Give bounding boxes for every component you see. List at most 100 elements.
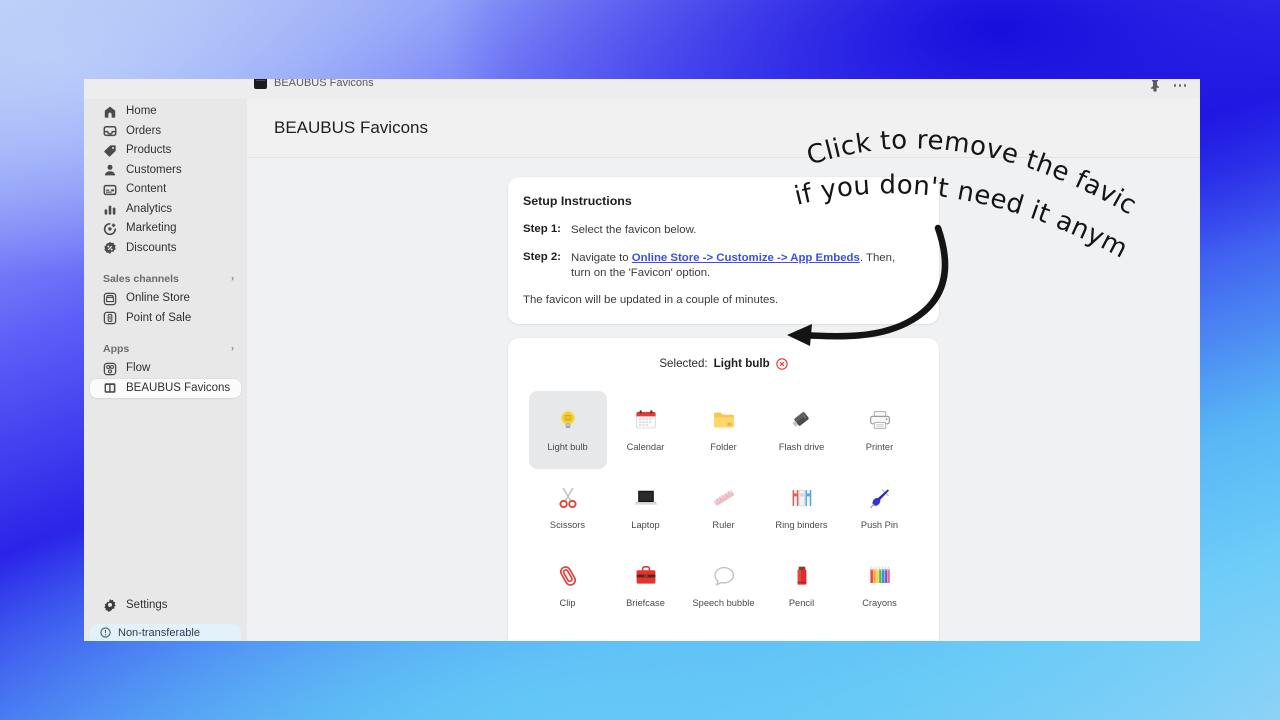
online-store-icon (103, 292, 117, 305)
sidebar-item-home[interactable]: Home (90, 102, 241, 122)
sidebar-section-sales-channels[interactable]: Sales channels › (84, 269, 247, 288)
printer-icon (867, 407, 893, 433)
home-icon (104, 106, 116, 118)
favicon-tile-ring-binders[interactable]: Ring binders (763, 469, 841, 547)
setup-instructions-card: Setup Instructions Step 1: Select the fa… (508, 177, 939, 325)
sidebar-item-label: Content (126, 183, 167, 195)
favicon-tile-label: Ruler (712, 520, 735, 531)
favicon-tile-scissors[interactable]: Scissors (529, 469, 607, 547)
sidebar: Home Orders Products Customers Content A (84, 99, 247, 641)
sidebar-item-settings[interactable]: Settings (90, 596, 241, 616)
sidebar-item-label: Customers (126, 163, 182, 176)
light-bulb-icon (555, 407, 581, 433)
main-content: BEAUBUS Favicons Setup Instructions Step… (247, 99, 1200, 641)
favicon-tile-label: Printer (865, 442, 894, 453)
sidebar-item-content[interactable]: Content (90, 180, 241, 200)
sidebar-item-label: Analytics (126, 202, 173, 215)
sidebar-item-online-store[interactable]: Online Store (90, 289, 241, 309)
step-2-text: Navigate to Online Store -> Customize ->… (571, 251, 906, 281)
orders-icon (103, 126, 117, 137)
briefcase-icon (633, 563, 659, 589)
pin-icon[interactable] (1149, 79, 1161, 92)
page-header: BEAUBUS Favicons (247, 99, 1200, 158)
favicon-tile-folder[interactable]: Folder (685, 391, 763, 469)
favicon-tile-label: Calendar (626, 442, 665, 453)
non-transferable-banner: Non-transferable (90, 624, 241, 641)
favicon-tile-label: Ring binders (775, 520, 828, 531)
favicon-tile-notebook[interactable] (685, 625, 763, 641)
favicon-tile-calendar[interactable]: Calendar (607, 391, 685, 469)
browser-tab[interactable]: BEAUBUS Favicons (254, 79, 374, 89)
favicon-tile-briefcase[interactable]: Briefcase (607, 547, 685, 625)
sidebar-item-label: Settings (126, 598, 168, 611)
favicon-tile-pencil[interactable]: Pencil (763, 547, 841, 625)
more-options-icon[interactable] (1173, 84, 1186, 87)
sidebar-item-products[interactable]: Products (90, 141, 241, 161)
setup-note: The favicon will be updated in a couple … (523, 294, 779, 307)
info-icon (100, 627, 111, 638)
favicon-tile-speech-bubble[interactable]: Speech bubble (685, 547, 763, 625)
products-icon (104, 145, 116, 157)
sidebar-item-flow[interactable]: Flow (90, 359, 241, 379)
scroll-area[interactable]: Setup Instructions Step 1: Select the fa… (247, 158, 1200, 641)
page-title: BEAUBUS Favicons (274, 118, 428, 137)
crayons-icon (867, 563, 893, 589)
favicon-tile-clip[interactable]: Clip (529, 547, 607, 625)
sidebar-item-orders[interactable]: Orders (90, 122, 241, 142)
selected-prefix-label: Selected: (659, 357, 708, 371)
favicon-grid: Light bulb Calendar Folder Flash drive P… (508, 391, 939, 641)
sidebar-item-discounts[interactable]: Discounts (90, 239, 241, 259)
favicon-tile-label: Pencil (788, 598, 815, 609)
favicon-tile-envelope[interactable] (841, 625, 919, 641)
sidebar-item-point-of-sale[interactable]: Point of Sale (90, 309, 241, 329)
chevron-right-icon: › (231, 343, 234, 353)
flash-drive-icon (789, 407, 815, 433)
content-icon (103, 184, 117, 195)
remove-circle-icon[interactable] (775, 357, 788, 370)
favicon-tile-push-pin[interactable]: Push Pin (841, 469, 919, 547)
sidebar-item-customers[interactable]: Customers (90, 161, 241, 181)
favicon-tile-palette[interactable] (607, 625, 685, 641)
sidebar-item-label: Products (126, 144, 172, 156)
sidebar-item-beaubus-favicons[interactable]: BEAUBUS Favicons (90, 378, 241, 398)
clip-icon (555, 563, 581, 589)
favicon-tile-label: Briefcase (626, 598, 665, 609)
chevron-right-icon: › (231, 273, 234, 283)
sidebar-item-analytics[interactable]: Analytics (90, 200, 241, 220)
browser-tab-title: BEAUBUS Favicons (274, 79, 374, 89)
sidebar-item-label: Flow (126, 362, 151, 374)
pencil-icon (789, 563, 815, 589)
ring-binders-icon (789, 485, 815, 511)
favicon-tile-label: Push Pin (860, 520, 899, 531)
laptop-icon (633, 485, 659, 511)
sidebar-item-marketing[interactable]: Marketing (90, 219, 241, 239)
favicon-tile-notepad[interactable] (529, 625, 607, 641)
favicon-tile-laptop[interactable]: Laptop (607, 469, 685, 547)
tab-strip-actions (1149, 79, 1186, 92)
step-1-label: Step 1: (523, 223, 561, 235)
favicon-tile-light-bulb[interactable]: Light bulb (528, 391, 607, 470)
sidebar-section-apps[interactable]: Apps › (84, 339, 247, 358)
point-of-sale-icon (103, 311, 117, 325)
analytics-icon (104, 205, 116, 215)
sidebar-item-label: Orders (126, 124, 162, 137)
sidebar-item-label: Online Store (126, 292, 190, 304)
favicon-tile-crayons[interactable]: Crayons (841, 547, 919, 625)
step-1-text: Select the favicon below. (571, 224, 697, 236)
favicon-picker-card: Selected: Light bulb Light bulb Calendar… (508, 338, 939, 641)
sidebar-item-label: Discounts (126, 241, 177, 254)
favicon-tile-flash-drive[interactable]: Flash drive (763, 391, 841, 469)
favicon-tile-label: Light bulb (547, 442, 588, 453)
scissors-icon (555, 485, 581, 511)
favicon-tile-ruler[interactable]: Ruler (685, 469, 763, 547)
favicon-tile-printer[interactable]: Printer (841, 391, 919, 469)
customers-icon (104, 165, 116, 176)
app-favicon-icon (254, 79, 267, 89)
setup-step-2: Step 2: Navigate to Online Store -> Cust… (523, 251, 919, 281)
favicon-tile-label: Crayons (862, 598, 897, 609)
folder-icon (711, 407, 737, 433)
step-2-label: Step 2: (523, 251, 561, 264)
favicon-tile-warning-sign[interactable] (763, 625, 841, 641)
app-embeds-link[interactable]: Online Store -> Customize -> App Embeds (632, 252, 860, 264)
ruler-icon (711, 485, 737, 511)
